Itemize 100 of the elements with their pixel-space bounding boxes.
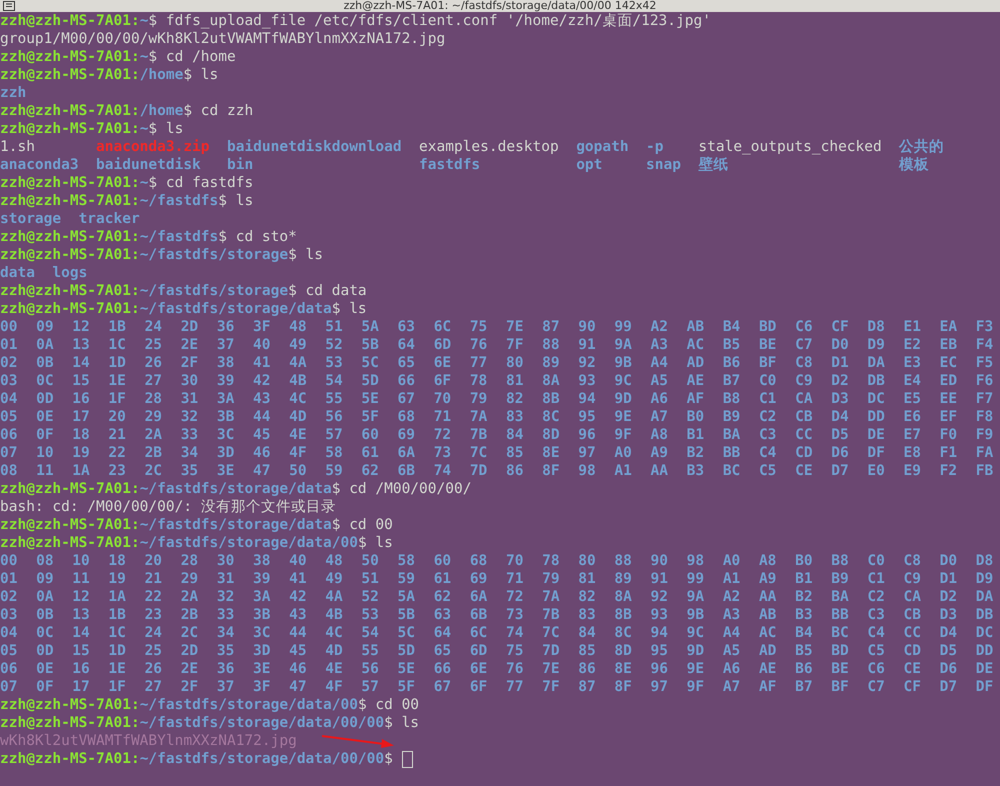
directory-name: DD	[976, 642, 994, 660]
directory-name: 53	[361, 606, 380, 624]
command-text: cd /home	[166, 48, 236, 66]
directory-name: 40	[252, 336, 272, 354]
directory-name: 22	[144, 588, 164, 606]
directory-name: DF	[976, 678, 994, 696]
directory-name: C4	[867, 624, 886, 642]
directory-name: 9A	[686, 588, 706, 606]
directory-name: 83	[506, 408, 524, 426]
directory-name: F2	[940, 462, 958, 480]
directory-name: 01	[0, 570, 18, 588]
directory-name: D8	[867, 318, 886, 336]
file-name: opt	[576, 156, 604, 174]
directory-name: BE	[831, 660, 850, 678]
directory-name: 3E	[252, 660, 272, 678]
directory-name: 63	[434, 606, 452, 624]
directory-name: 7C	[542, 624, 561, 642]
directory-name: 0E	[36, 660, 55, 678]
directory-name: 58	[398, 552, 416, 570]
directory-name: 92	[650, 588, 669, 606]
directory-name: 20	[108, 408, 127, 426]
directory-name: C3	[758, 426, 778, 444]
directory-name: FA	[976, 444, 994, 462]
directory-name: 44	[289, 624, 308, 642]
directory-name: 0A	[36, 588, 55, 606]
directory-name: 38	[216, 354, 236, 372]
directory-name: 49	[325, 570, 344, 588]
directory-name: 6F	[470, 678, 488, 696]
directory-name: 5B	[361, 336, 380, 354]
directory-name: 68	[398, 408, 416, 426]
directory-name: 0E	[36, 408, 55, 426]
directory-name: 89	[542, 354, 561, 372]
directory-name: F0	[940, 426, 958, 444]
directory-name: CB	[904, 606, 922, 624]
directory-name: 2A	[180, 588, 200, 606]
directory-name: C9	[904, 570, 922, 588]
directory-name: CC	[795, 426, 814, 444]
directory-name: 27	[144, 678, 164, 696]
directory-name: 12	[72, 588, 91, 606]
file-name: gopath	[576, 138, 629, 156]
directory-name: AE	[686, 372, 706, 390]
directory-name: 76	[506, 660, 524, 678]
directory-name: F9	[976, 426, 994, 444]
directory-name: 33	[180, 426, 200, 444]
directory-name: 3A	[252, 588, 272, 606]
directory-name: E4	[904, 372, 922, 390]
directory-name: C2	[758, 408, 778, 426]
directory-name: 77	[506, 678, 524, 696]
directory-name: BC	[831, 624, 850, 642]
directory-name: 39	[216, 372, 236, 390]
directory-name: 83	[578, 606, 597, 624]
directory-name: C5	[758, 462, 778, 480]
directory-name: CA	[904, 588, 922, 606]
directory-name: 39	[252, 570, 272, 588]
directory-name: 7C	[470, 444, 488, 462]
prompt-host: zzh@zzh-MS-7A01:	[0, 714, 140, 732]
directory-name: 5F	[361, 408, 380, 426]
directory-name: 4F	[289, 444, 308, 462]
directory-name: 6E	[434, 354, 452, 372]
directory-name: 23	[108, 462, 127, 480]
directory-name: 51	[361, 570, 380, 588]
directory-name: 72	[434, 426, 452, 444]
directory-name: 2B	[144, 444, 164, 462]
directory-name: 32	[216, 588, 236, 606]
directory-name: 4D	[325, 642, 344, 660]
prompt-sign: $	[218, 192, 227, 210]
command-text: cd fastdfs	[166, 174, 254, 192]
directory-name: 95	[578, 408, 597, 426]
directory-name: B4	[795, 624, 814, 642]
directory-name: 62	[434, 588, 452, 606]
directory-name: 13	[72, 336, 91, 354]
directory-name: CF	[904, 678, 922, 696]
directory-name: 16	[72, 390, 91, 408]
command-text: ls	[306, 246, 324, 264]
directory-name: 91	[650, 570, 669, 588]
directory-name: 90	[578, 318, 597, 336]
directory-name: 64	[398, 336, 416, 354]
directory-name: 5E	[361, 390, 380, 408]
directory-name: 3C	[252, 624, 272, 642]
directory-name: 7A	[542, 588, 561, 606]
prompt-host: zzh@zzh-MS-7A01:	[0, 66, 140, 84]
directory-name: 00	[0, 318, 18, 336]
file-name: data	[0, 264, 35, 282]
menu-icon[interactable]	[3, 1, 15, 11]
directory-name: 5E	[398, 660, 416, 678]
directory-name: 97	[650, 678, 669, 696]
directory-name: 7D	[470, 462, 488, 480]
directory-name: 28	[144, 390, 164, 408]
directory-name: DA	[867, 354, 886, 372]
directory-name: D8	[976, 552, 994, 570]
directory-name: 0D	[36, 642, 55, 660]
directory-name: 9A	[614, 336, 633, 354]
prompt-host: zzh@zzh-MS-7A01:	[0, 48, 140, 66]
directory-name: 79	[542, 570, 561, 588]
directory-name: 52	[361, 588, 380, 606]
directory-name: 96	[650, 660, 669, 678]
directory-name: 58	[325, 444, 344, 462]
directory-name: B1	[795, 570, 814, 588]
directory-name: BA	[722, 426, 742, 444]
command-text: ls	[236, 192, 254, 210]
